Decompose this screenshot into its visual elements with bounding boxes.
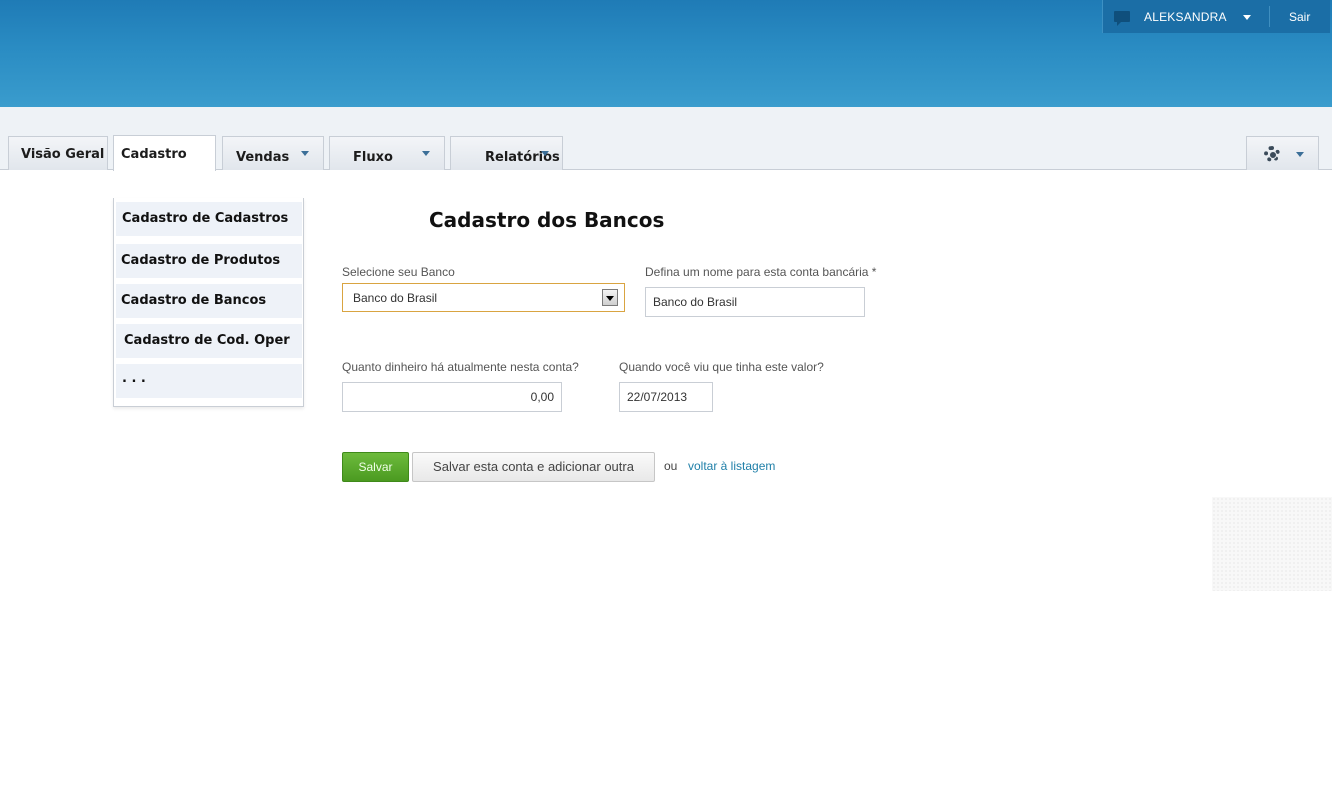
balance-date-label: Quando você viu que tinha este valor? xyxy=(619,360,824,374)
tab-cadastro[interactable]: Cadastro xyxy=(113,135,216,171)
tab-label: Visão Geral xyxy=(21,147,105,162)
bank-select-value: Banco do Brasil xyxy=(353,291,438,305)
menu-item-label: Cadastro de Cadastros xyxy=(122,211,289,226)
chevron-down-icon[interactable] xyxy=(1243,15,1251,20)
logout-link[interactable]: Sair xyxy=(1289,10,1310,24)
divider xyxy=(1269,6,1270,27)
save-and-add-button[interactable]: Salvar esta conta e adicionar outra xyxy=(412,452,655,482)
gear-icon xyxy=(1264,146,1280,162)
tab-label: Cadastro xyxy=(121,147,187,162)
tab-visao-geral[interactable]: Visão Geral xyxy=(8,136,108,170)
account-name-label: Defina um nome para esta conta bancária … xyxy=(645,265,877,279)
balance-date-field[interactable] xyxy=(619,382,713,412)
user-bar: ALEKSANDRA Sair xyxy=(1102,0,1330,33)
tab-label: Fluxo xyxy=(353,150,393,165)
chevron-down-icon xyxy=(541,151,549,156)
chevron-down-icon xyxy=(301,151,309,156)
page-title: Cadastro dos Bancos xyxy=(429,208,665,232)
bank-select-label: Selecione seu Banco xyxy=(342,265,455,279)
user-menu[interactable]: ALEKSANDRA xyxy=(1144,10,1227,24)
main-nav: Visão Geral Cadastro Vendas Fluxo Relató… xyxy=(0,107,1332,171)
chevron-down-icon[interactable] xyxy=(602,289,618,306)
save-button[interactable]: Salvar xyxy=(342,452,409,482)
menu-item-more[interactable]: . . . xyxy=(116,364,302,398)
chat-icon[interactable] xyxy=(1114,11,1130,26)
menu-item-label: Cadastro de Bancos xyxy=(121,293,267,308)
menu-item-label: Cadastro de Produtos xyxy=(121,253,281,268)
cadastro-dropdown-menu: Cadastro de Cadastros Cadastro de Produt… xyxy=(113,198,304,407)
tab-fluxo[interactable]: Fluxo xyxy=(329,136,445,170)
chevron-down-icon xyxy=(1296,152,1304,157)
tab-vendas[interactable]: Vendas xyxy=(222,136,324,170)
balance-label: Quanto dinheiro há atualmente nesta cont… xyxy=(342,360,579,374)
tab-relatorios[interactable]: Relatórios xyxy=(450,136,563,170)
settings-menu-button[interactable] xyxy=(1246,136,1319,170)
header-banner: ALEKSANDRA Sair xyxy=(0,0,1332,107)
menu-item-cadastro-de-bancos[interactable]: Cadastro de Bancos xyxy=(116,284,302,318)
menu-item-cadastro-de-cod-oper[interactable]: Cadastro de Cod. Oper xyxy=(116,324,302,358)
menu-item-cadastro-de-cadastros[interactable]: Cadastro de Cadastros xyxy=(116,202,302,236)
chevron-down-icon xyxy=(422,151,430,156)
back-to-list-link[interactable]: voltar à listagem xyxy=(688,459,775,473)
menu-item-label: Cadastro de Cod. Oper xyxy=(124,333,290,348)
balance-field[interactable] xyxy=(342,382,562,412)
or-text: ou xyxy=(664,459,678,473)
menu-item-cadastro-de-produtos[interactable]: Cadastro de Produtos xyxy=(116,244,302,278)
menu-item-label: . . . xyxy=(122,371,146,386)
tab-label: Vendas xyxy=(236,150,290,165)
account-name-field[interactable] xyxy=(645,287,865,317)
bank-select[interactable]: Banco do Brasil xyxy=(342,283,625,312)
background-texture xyxy=(1212,497,1332,591)
